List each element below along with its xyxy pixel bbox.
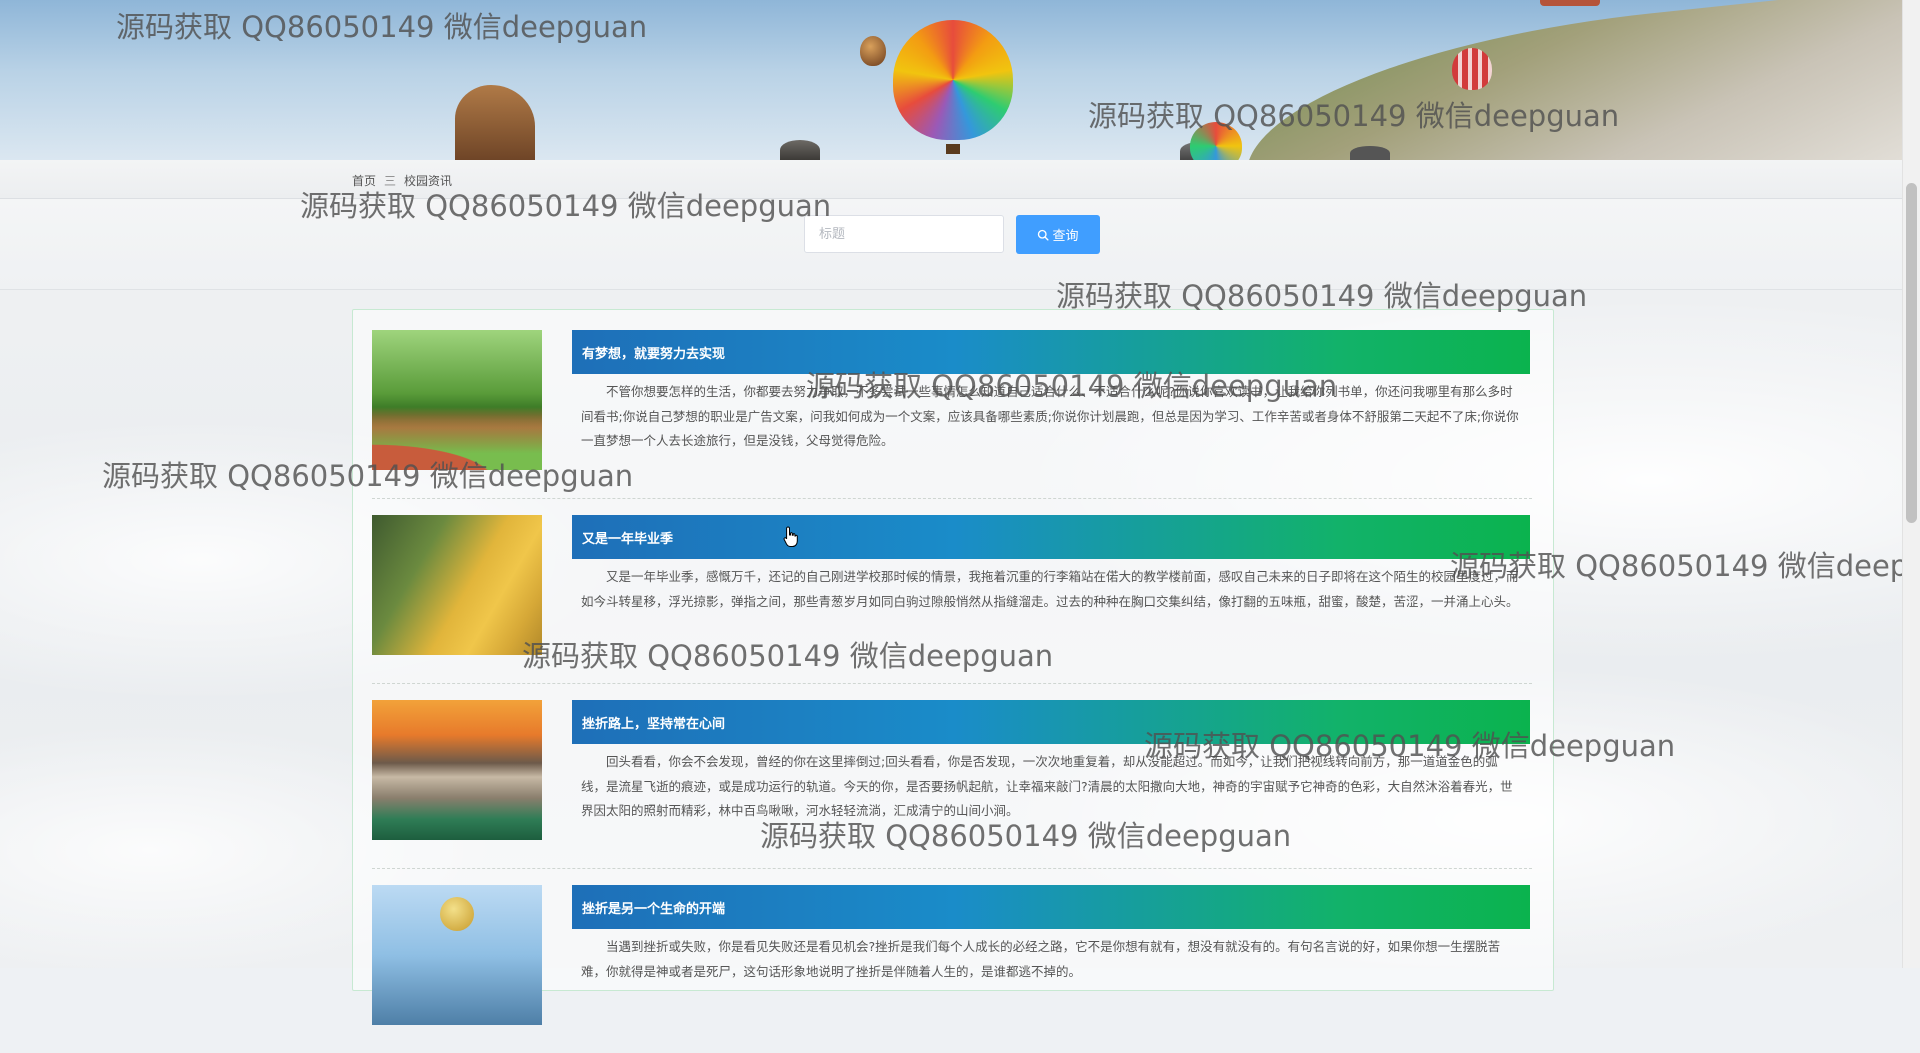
news-title[interactable]: 又是一年毕业季 (572, 528, 673, 547)
news-excerpt: 当遇到挫折或失败，你是看见失败还是看见机会?挫折是我们每个人成长的必经之路，它不… (581, 939, 1501, 979)
news-list-item: 挫折是另一个生命的开端 当遇到挫折或失败，你是看见失败还是看见机会?挫折是我们每… (372, 885, 1532, 1053)
banner-rock (455, 85, 535, 160)
breadcrumb-home-link[interactable]: 首页 (352, 172, 376, 189)
hand-cursor-icon (783, 526, 798, 547)
news-thumbnail-image[interactable] (372, 515, 542, 655)
news-title-bar[interactable]: 挫折路上，坚持常在心间 (572, 700, 1530, 744)
breadcrumb-bar (0, 160, 1903, 199)
breadcrumb-separator: 三 (384, 174, 397, 188)
news-list-item: 又是一年毕业季 又是一年毕业季，感慨万千，还记的自己刚进学校那时候的情景，我拖着… (372, 515, 1532, 684)
search-button-label: 查询 (1052, 229, 1079, 244)
search-icon (1038, 229, 1050, 241)
hot-air-balloon-image (893, 20, 1013, 154)
news-title[interactable]: 有梦想，就要努力去实现 (572, 343, 725, 362)
news-title[interactable]: 挫折路上，坚持常在心间 (572, 713, 725, 732)
news-excerpt: 又是一年毕业季，感慨万千，还记的自己刚进学校那时候的情景，我拖着沉重的行李箱站在… (581, 569, 1519, 609)
hero-banner (0, 0, 1903, 160)
news-title-bar[interactable]: 有梦想，就要努力去实现 (572, 330, 1530, 374)
news-title[interactable]: 挫折是另一个生命的开端 (572, 898, 725, 917)
hot-air-balloon-image (1190, 122, 1242, 160)
news-list-item: 有梦想，就要努力去实现 不管你想要怎样的生活，你都要去努力争取，不多尝试一些事情… (372, 330, 1532, 499)
news-title-bar[interactable]: 又是一年毕业季 (572, 515, 1530, 559)
news-excerpt: 回头看看，你会不会发现，曾经的你在这里摔倒过;回头看看，你是否发现，一次次地重复… (581, 754, 1513, 818)
news-list-item: 挫折路上，坚持常在心间 回头看看，你会不会发现，曾经的你在这里摔倒过;回头看看，… (372, 700, 1532, 869)
breadcrumb-current-link[interactable]: 校园资讯 (404, 172, 452, 189)
hot-air-balloon-image (860, 36, 886, 66)
news-thumbnail-image[interactable] (372, 885, 542, 1025)
banner-rock (780, 140, 820, 160)
hot-air-balloon-image (1452, 48, 1492, 90)
breadcrumb: 首页 三 校园资讯 (352, 172, 452, 189)
search-button[interactable]: 查询 (1016, 215, 1100, 254)
banner-rock (1350, 146, 1390, 160)
scrollbar-thumb[interactable] (1906, 183, 1917, 523)
vertical-scrollbar[interactable] (1902, 0, 1920, 968)
news-title-bar[interactable]: 挫折是另一个生命的开端 (572, 885, 1530, 929)
news-thumbnail-image[interactable] (372, 700, 542, 840)
hot-air-balloon-image (1540, 0, 1600, 6)
title-search-input[interactable] (804, 215, 1004, 253)
news-thumbnail-image[interactable] (372, 330, 542, 470)
banner-hillside (1234, 0, 1903, 160)
news-excerpt: 不管你想要怎样的生活，你都要去努力争取，不多尝试一些事情怎么知道自己适合什么、不… (581, 384, 1519, 448)
